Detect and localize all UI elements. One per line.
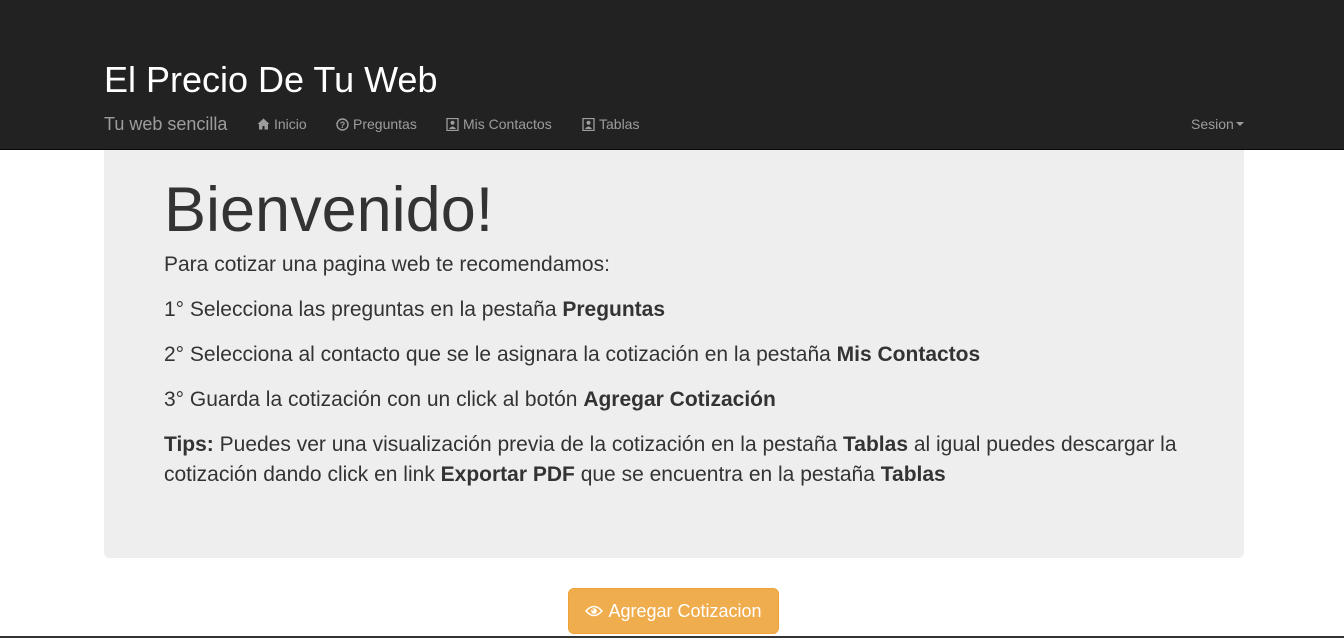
tips-part: Puedes ver una visualización previa de l…	[213, 433, 844, 456]
caret-down-icon	[1235, 122, 1244, 126]
nav-item-label: Mis Contactos	[463, 116, 552, 132]
step-highlight: Mis Contactos	[836, 343, 981, 366]
nav-item-label: Tablas	[599, 116, 640, 132]
question-circle-icon: ?	[336, 117, 349, 131]
eye-icon	[585, 605, 604, 617]
tips-highlight: Exportar PDF	[440, 463, 575, 486]
contact-card-icon	[446, 117, 459, 131]
tips-text: Tips: Puedes ver una visualización previ…	[164, 430, 1184, 490]
step-2: 2° Selecciona al contacto que se le asig…	[164, 340, 1184, 370]
tips-highlight: Tablas	[880, 463, 946, 486]
navbar: El Precio De Tu Web Tu web sencilla Inic…	[0, 0, 1344, 150]
svg-text:?: ?	[340, 120, 346, 130]
step-1: 1° Selecciona las preguntas en la pestañ…	[164, 295, 1184, 325]
nav-item-tablas[interactable]: Tablas	[582, 116, 639, 132]
welcome-jumbotron: Bienvenido! Para cotizar una pagina web …	[104, 150, 1244, 558]
session-label: Sesion	[1191, 116, 1234, 132]
home-icon	[257, 118, 270, 130]
step-text: 2° Selecciona al contacto que se le asig…	[164, 343, 837, 366]
step-text: 3° Guarda la cotización con un click al …	[164, 388, 584, 411]
tips-highlight: Tablas	[843, 433, 908, 456]
nav-item-inicio[interactable]: Inicio	[257, 116, 307, 132]
nav-item-label: Preguntas	[353, 116, 417, 132]
tips-label: Tips:	[164, 433, 214, 456]
nav-item-mis-contactos[interactable]: Mis Contactos	[446, 116, 552, 132]
intro-text: Para cotizar una pagina web te recomenda…	[164, 253, 610, 276]
step-3: 3° Guarda la cotización con un click al …	[164, 385, 1184, 415]
site-subtitle[interactable]: Tu web sencilla	[104, 113, 227, 135]
nav-item-preguntas[interactable]: ? Preguntas	[336, 116, 417, 132]
add-quote-button[interactable]: Agregar Cotizacion	[568, 588, 779, 634]
site-title[interactable]: El Precio De Tu Web	[104, 58, 437, 102]
tips-part: que se encuentra en la pestaña	[574, 463, 881, 486]
step-highlight: Preguntas	[562, 298, 666, 321]
session-dropdown[interactable]: Sesion	[1191, 116, 1244, 132]
step-highlight: Agregar Cotización	[583, 388, 776, 411]
add-quote-label: Agregar Cotizacion	[608, 601, 762, 621]
welcome-heading: Bienvenido!	[164, 175, 494, 245]
jumbotron-content: Bienvenido! Para cotizar una pagina web …	[164, 150, 1184, 490]
step-text: 1° Selecciona las preguntas en la pestañ…	[164, 298, 563, 321]
contact-card-icon	[582, 117, 595, 131]
nav-item-label: Inicio	[274, 116, 307, 132]
